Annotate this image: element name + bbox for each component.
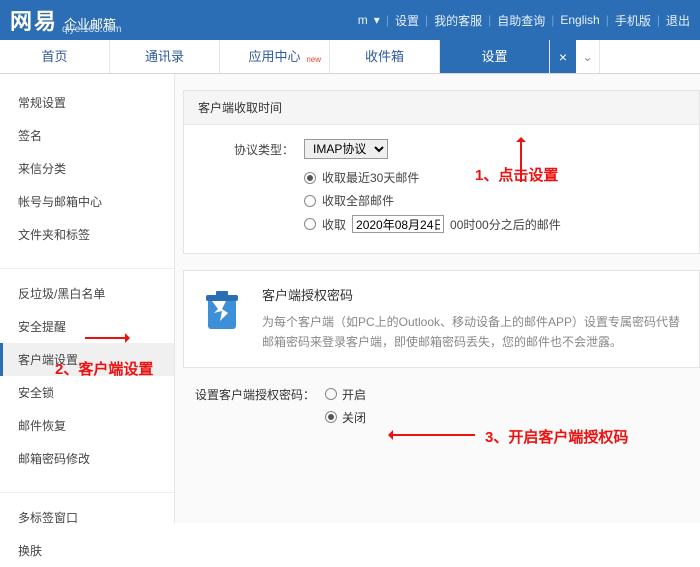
panel-receive-time: 客户端收取时间 协议类型： IMAP协议 收取最近30天邮件 收取全部邮件 bbox=[183, 90, 700, 254]
top-link-settings[interactable]: 设置 bbox=[395, 12, 419, 29]
radio-auth-on-label: 开启 bbox=[342, 386, 366, 403]
radio-auth-off[interactable] bbox=[325, 411, 337, 423]
auth-toggle-row: 设置客户端授权密码： 开启 关闭 bbox=[195, 386, 700, 426]
main-content: 客户端收取时间 协议类型： IMAP协议 收取最近30天邮件 收取全部邮件 bbox=[175, 74, 700, 523]
tab-apps-label: 应用中心 bbox=[248, 49, 300, 64]
tabbar: 首页 通讯录 应用中心 new 收件箱 设置 × ⌄ bbox=[0, 40, 700, 74]
top-link-selfhelp[interactable]: 自助查询 bbox=[497, 12, 545, 29]
sidebar-item-signature[interactable]: 签名 bbox=[0, 119, 174, 152]
tab-inbox[interactable]: 收件箱 bbox=[330, 40, 440, 73]
tab-dropdown-icon[interactable]: ⌄ bbox=[576, 40, 600, 73]
tab-settings[interactable]: 设置 bbox=[440, 40, 550, 73]
sidebar-item-account[interactable]: 帐号与邮箱中心 bbox=[0, 185, 174, 218]
tab-home[interactable]: 首页 bbox=[0, 40, 110, 73]
new-badge: new bbox=[306, 43, 321, 77]
sidebar-item-spam[interactable]: 反垃圾/黑白名单 bbox=[0, 277, 174, 310]
sidebar-item-folder[interactable]: 文件夹和标签 bbox=[0, 218, 174, 251]
brand-main: 网易 bbox=[10, 4, 58, 36]
protocol-label: 协议类型： bbox=[204, 141, 294, 158]
radio-since-suffix: 00时00分之后的邮件 bbox=[450, 216, 561, 233]
annotation-3: 3、开启客户端授权码 bbox=[485, 426, 628, 447]
panel-auth-code: 客户端授权密码 为每个客户端（如PC上的Outlook、移动设备上的邮件APP）… bbox=[183, 270, 700, 368]
auth-title: 客户端授权密码 bbox=[262, 285, 685, 304]
annotation-arrow-1 bbox=[520, 142, 522, 182]
top-link-mobile[interactable]: 手机版 bbox=[615, 12, 651, 29]
sidebar-divider bbox=[0, 251, 174, 269]
user-suffix[interactable]: m bbox=[358, 13, 368, 27]
radio-since-prefix: 收取 bbox=[322, 216, 346, 233]
topbar: 网易 企业邮箱 qiye.163.com m ▾ | 设置 | 我的客服 | 自… bbox=[0, 0, 700, 40]
sidebar-item-recover[interactable]: 邮件恢复 bbox=[0, 409, 174, 442]
radio-30days-label: 收取最近30天邮件 bbox=[322, 169, 419, 186]
top-link-english[interactable]: English bbox=[560, 13, 599, 27]
date-input[interactable] bbox=[352, 215, 444, 233]
annotation-arrow-3 bbox=[393, 434, 475, 436]
sidebar-item-general[interactable]: 常规设置 bbox=[0, 86, 174, 119]
radio-all[interactable] bbox=[304, 195, 316, 207]
panel-title: 客户端收取时间 bbox=[184, 91, 699, 125]
annotation-arrow-2 bbox=[85, 337, 125, 339]
sidebar-item-skin[interactable]: 换肤 bbox=[0, 534, 174, 567]
brand-url: qiye.163.com bbox=[62, 24, 121, 35]
sidebar-item-client[interactable]: 客户端设置 bbox=[0, 343, 174, 376]
trash-icon bbox=[198, 285, 246, 353]
tab-contacts[interactable]: 通讯录 bbox=[110, 40, 220, 73]
sidebar-item-lock[interactable]: 安全锁 bbox=[0, 376, 174, 409]
sidebar-divider bbox=[0, 475, 174, 493]
radio-auth-off-label: 关闭 bbox=[342, 409, 366, 426]
radio-auth-on[interactable] bbox=[325, 388, 337, 400]
top-link-logout[interactable]: 退出 bbox=[666, 12, 690, 29]
tab-close-icon[interactable]: × bbox=[550, 40, 576, 73]
auth-set-label: 设置客户端授权密码： bbox=[195, 386, 325, 403]
chevron-down-icon[interactable]: ▾ bbox=[374, 13, 380, 27]
tab-apps[interactable]: 应用中心 new bbox=[220, 40, 330, 73]
auth-desc: 为每个客户端（如PC上的Outlook、移动设备上的邮件APP）设置专属密码代替… bbox=[262, 312, 685, 353]
top-link-service[interactable]: 我的客服 bbox=[434, 12, 482, 29]
sidebar-item-password[interactable]: 邮箱密码修改 bbox=[0, 442, 174, 475]
sidebar-item-filter[interactable]: 来信分类 bbox=[0, 152, 174, 185]
radio-30days[interactable] bbox=[304, 172, 316, 184]
sidebar: 常规设置 签名 来信分类 帐号与邮箱中心 文件夹和标签 反垃圾/黑白名单 安全提… bbox=[0, 74, 175, 523]
sidebar-item-multitab[interactable]: 多标签窗口 bbox=[0, 501, 174, 534]
radio-all-label: 收取全部邮件 bbox=[322, 192, 394, 209]
radio-since[interactable] bbox=[304, 218, 316, 230]
protocol-select[interactable]: IMAP协议 bbox=[304, 139, 388, 159]
top-links: m ▾ | 设置 | 我的客服 | 自助查询 | English | 手机版 |… bbox=[358, 12, 690, 29]
